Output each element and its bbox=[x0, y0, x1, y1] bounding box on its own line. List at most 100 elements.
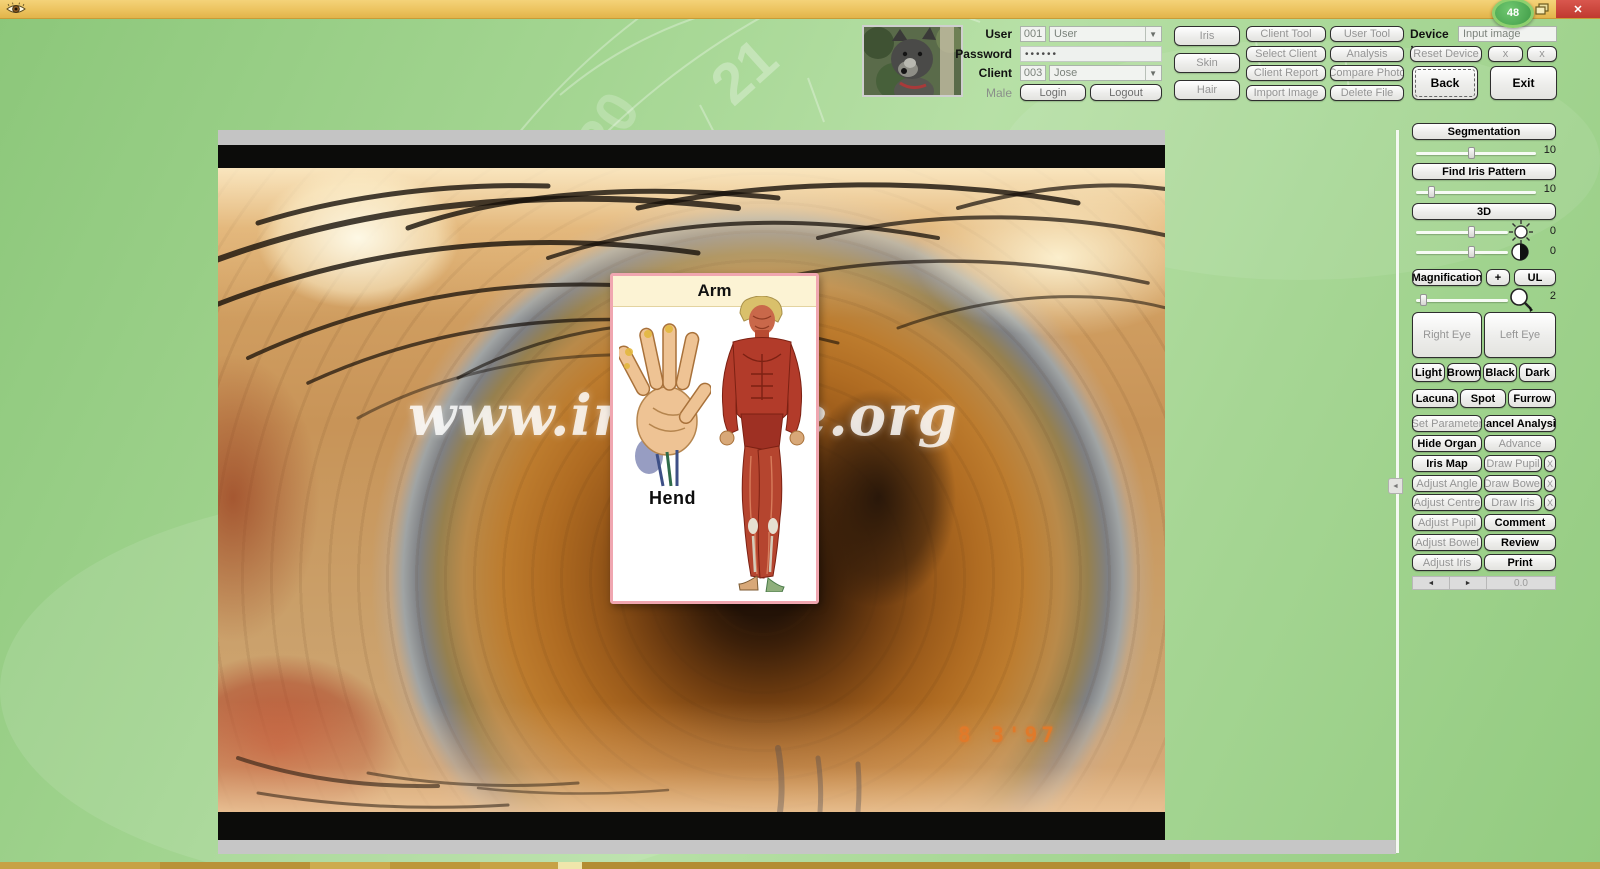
delete-file-button[interactable]: Delete File bbox=[1330, 85, 1404, 101]
device-x-button-1[interactable]: x bbox=[1488, 46, 1523, 62]
user-id-field[interactable]: 001 bbox=[1020, 26, 1046, 42]
draw-pupil-x-button[interactable]: X bbox=[1544, 455, 1556, 472]
back-button[interactable]: Back bbox=[1412, 66, 1478, 100]
adjust-pupil-button[interactable]: Adjust Pupil bbox=[1412, 514, 1482, 531]
left-eye-button[interactable]: Left Eye bbox=[1484, 312, 1556, 358]
mark-furrow-button[interactable]: Furrow bbox=[1508, 389, 1556, 408]
iris-color-dark-button[interactable]: Dark bbox=[1519, 363, 1556, 382]
adjust-bowel-button[interactable]: Adjust Bowel bbox=[1412, 534, 1482, 551]
contrast-icon bbox=[1511, 243, 1529, 261]
segmentation-value: 10 bbox=[1543, 144, 1556, 156]
reset-device-button[interactable]: Reset Device bbox=[1410, 46, 1482, 62]
login-button[interactable]: Login bbox=[1020, 84, 1086, 101]
iris-button[interactable]: Iris bbox=[1174, 26, 1240, 46]
client-tool-button[interactable]: Client Tool bbox=[1246, 26, 1326, 42]
skin-button[interactable]: Skin bbox=[1174, 53, 1240, 73]
gender-label: Male bbox=[985, 86, 1012, 100]
draw-bowel-x-button[interactable]: X bbox=[1544, 475, 1556, 492]
client-report-button[interactable]: Client Report bbox=[1246, 65, 1326, 81]
device-value-field[interactable]: Input image bbox=[1458, 26, 1557, 42]
adjust-iris-button[interactable]: Adjust Iris bbox=[1412, 554, 1482, 571]
comment-button[interactable]: Comment bbox=[1484, 514, 1556, 531]
magnification-ul-button[interactable]: UL bbox=[1514, 269, 1556, 286]
password-field[interactable]: •••••• bbox=[1020, 46, 1162, 62]
iris-color-light-button[interactable]: Light bbox=[1412, 363, 1445, 382]
body-anatomy-image bbox=[719, 296, 805, 592]
advance-button[interactable]: Advance bbox=[1484, 435, 1556, 452]
viewer-top-scrollbar bbox=[218, 130, 1165, 145]
iris-color-brown-button[interactable]: Brown bbox=[1447, 363, 1481, 382]
client-photo bbox=[862, 25, 964, 105]
segmentation-slider-handle[interactable] bbox=[1468, 147, 1475, 159]
user-select[interactable]: User ▼ bbox=[1049, 26, 1162, 42]
magnification-button[interactable]: Magnification bbox=[1412, 269, 1482, 286]
compare-photo-button[interactable]: Compare Photo bbox=[1330, 65, 1404, 81]
segmentation-slider[interactable] bbox=[1416, 147, 1536, 159]
find-iris-slider[interactable] bbox=[1416, 186, 1536, 198]
iris-image-canvas[interactable]: www.iriscope.org 8 3'97 Arm bbox=[218, 145, 1165, 840]
contrast-slider-handle[interactable] bbox=[1468, 246, 1475, 258]
organ-popup-card[interactable]: Arm Hend bbox=[610, 273, 819, 604]
magnifier-icon bbox=[1510, 288, 1533, 312]
logout-button[interactable]: Logout bbox=[1090, 84, 1162, 101]
taskbar-strip[interactable] bbox=[0, 862, 1600, 869]
zoom-slider-handle[interactable] bbox=[1420, 294, 1427, 306]
find-iris-slider-handle[interactable] bbox=[1428, 186, 1435, 198]
user-label: User bbox=[985, 27, 1012, 41]
contrast-slider[interactable] bbox=[1416, 246, 1508, 258]
adjust-angle-button[interactable]: Adjust Angle bbox=[1412, 475, 1482, 492]
analysis-button[interactable]: Analysis bbox=[1330, 46, 1404, 62]
set-parameter-button[interactable]: Set Parameter bbox=[1412, 415, 1482, 432]
zoom-value: 2 bbox=[1549, 290, 1556, 302]
iris-color-black-button[interactable]: Black bbox=[1483, 363, 1517, 382]
brightness-slider-handle[interactable] bbox=[1468, 226, 1475, 238]
right-eye-button[interactable]: Right Eye bbox=[1412, 312, 1482, 358]
import-image-button[interactable]: Import Image bbox=[1246, 85, 1326, 101]
adjust-centre-button[interactable]: Adjust Centre bbox=[1412, 494, 1482, 511]
title-bar bbox=[0, 0, 1600, 19]
frame-next-button[interactable]: ► bbox=[1450, 577, 1487, 589]
find-iris-pattern-button[interactable]: Find Iris Pattern bbox=[1412, 163, 1556, 180]
segmentation-button[interactable]: Segmentation bbox=[1412, 123, 1556, 140]
frame-nav-row: ◄ ► 0.0 bbox=[1412, 576, 1556, 590]
frame-prev-button[interactable]: ◄ bbox=[1413, 577, 1450, 589]
draw-bowel-button[interactable]: Draw Bowel bbox=[1484, 475, 1542, 492]
hair-button[interactable]: Hair bbox=[1174, 80, 1240, 100]
exit-button[interactable]: Exit bbox=[1490, 66, 1557, 100]
client-select[interactable]: Jose ▼ bbox=[1049, 65, 1162, 81]
mark-spot-button[interactable]: Spot bbox=[1460, 389, 1506, 408]
print-button[interactable]: Print bbox=[1484, 554, 1556, 571]
iris-map-button[interactable]: Iris Map bbox=[1412, 455, 1482, 472]
chevron-down-icon[interactable]: ▼ bbox=[1145, 66, 1157, 80]
user-select-value: User bbox=[1054, 28, 1078, 40]
brightness-slider[interactable] bbox=[1416, 226, 1508, 238]
3d-button[interactable]: 3D bbox=[1412, 203, 1556, 220]
viewer-bottom-scrollbar bbox=[218, 840, 1396, 854]
app-eye-icon[interactable] bbox=[6, 2, 26, 16]
mark-lacuna-button[interactable]: Lacuna bbox=[1412, 389, 1458, 408]
iriscope-app-window: 21 20 48 ✕ User 001 User ▼ Password ••••… bbox=[0, 0, 1600, 869]
device-x-button-2[interactable]: x bbox=[1527, 46, 1557, 62]
client-id-field[interactable]: 003 bbox=[1020, 65, 1046, 81]
hide-organ-button[interactable]: Hide Organ bbox=[1412, 435, 1482, 452]
frame-value: 0.0 bbox=[1514, 577, 1528, 589]
chevron-down-icon[interactable]: ▼ bbox=[1145, 27, 1157, 41]
brightness-value: 0 bbox=[1549, 225, 1556, 237]
restore-window-icon[interactable] bbox=[1535, 3, 1550, 15]
client-label: Client bbox=[978, 66, 1012, 80]
draw-iris-x-button[interactable]: X bbox=[1544, 494, 1556, 511]
select-client-button[interactable]: Select Client bbox=[1246, 46, 1326, 62]
splitter-collapse-handle[interactable]: ◄ bbox=[1388, 478, 1403, 494]
cancel-analysis-button[interactable]: Cancel Analysis bbox=[1484, 415, 1556, 432]
draw-iris-button[interactable]: Draw Iris bbox=[1484, 494, 1542, 511]
user-tool-button[interactable]: User Tool bbox=[1330, 26, 1404, 42]
client-select-value: Jose bbox=[1054, 67, 1078, 79]
contrast-value: 0 bbox=[1549, 245, 1556, 257]
zoom-slider[interactable] bbox=[1416, 294, 1508, 306]
hand-anatomy-image bbox=[619, 323, 711, 487]
dog-photo-image bbox=[862, 25, 964, 105]
review-button[interactable]: Review bbox=[1484, 534, 1556, 551]
magnification-plus-button[interactable]: + bbox=[1486, 269, 1510, 286]
close-window-button[interactable]: ✕ bbox=[1556, 0, 1600, 18]
draw-pupil-button[interactable]: Draw Pupil bbox=[1484, 455, 1542, 472]
